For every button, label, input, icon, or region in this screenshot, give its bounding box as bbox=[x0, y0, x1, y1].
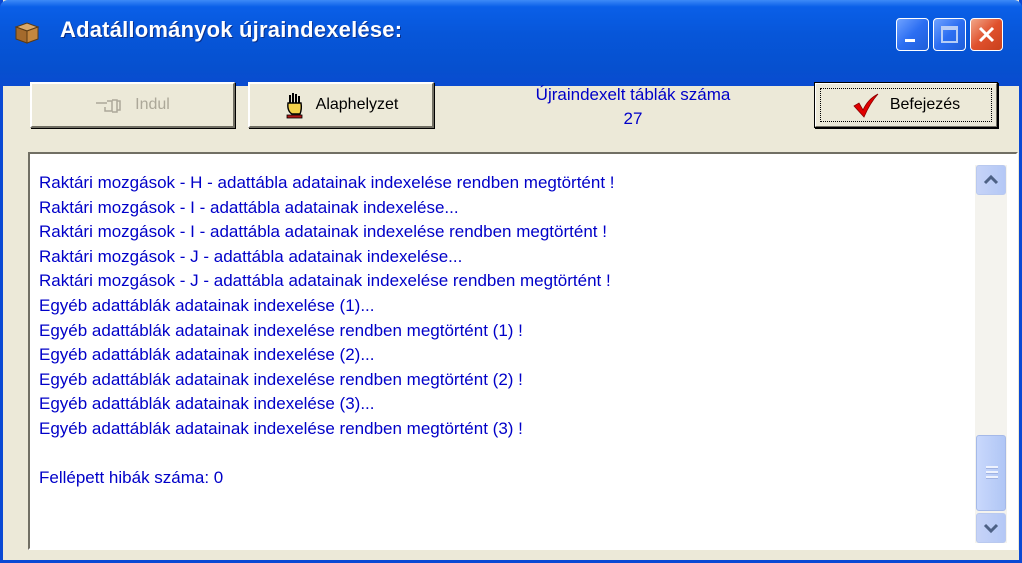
toolbar: Indul Alaphelyzet Újraindexelt táblák sz… bbox=[3, 0, 1019, 140]
log-text: Raktári mozgások - H - adattábla adatain… bbox=[39, 171, 969, 491]
log-line: Raktári mozgások - J - adattábla adatain… bbox=[39, 271, 611, 291]
log-line: Egyéb adattáblák adatainak indexelése re… bbox=[39, 418, 523, 438]
error-count-line: Fellépett hibák száma: 0 bbox=[39, 468, 224, 488]
counter-label: Újraindexelt táblák száma bbox=[535, 85, 731, 104]
log-line: Raktári mozgások - I - adattábla adatain… bbox=[39, 197, 459, 217]
chevron-up-icon bbox=[983, 174, 999, 185]
log-line: Egyéb adattáblák adatainak indexelése re… bbox=[39, 320, 523, 340]
grip-line bbox=[986, 476, 998, 479]
start-button[interactable]: Indul bbox=[30, 82, 235, 128]
log-line: Raktári mozgások - H - adattábla adatain… bbox=[39, 173, 615, 192]
scroll-up-button[interactable] bbox=[976, 165, 1006, 195]
chevron-down-icon bbox=[983, 523, 999, 534]
application-window: Adatállományok újraindexelése: Indul Ala… bbox=[0, 0, 1022, 563]
log-blank-line bbox=[39, 442, 969, 467]
grip-line bbox=[986, 471, 998, 474]
vertical-scrollbar[interactable] bbox=[975, 165, 1007, 543]
log-line: Raktári mozgások - I - adattábla adatain… bbox=[39, 222, 607, 242]
reset-label: Alaphelyzet bbox=[315, 96, 399, 113]
log-line: Egyéb adattáblák adatainak indexelése (2… bbox=[39, 345, 375, 365]
grip-line bbox=[986, 466, 998, 469]
reset-button[interactable]: Alaphelyzet bbox=[248, 82, 434, 128]
log-line: Egyéb adattáblák adatainak indexelése (3… bbox=[39, 394, 375, 414]
hand-stop-icon bbox=[286, 93, 303, 119]
checkmark-icon bbox=[853, 93, 879, 118]
scroll-thumb[interactable] bbox=[976, 435, 1006, 511]
counter-value: 27 bbox=[623, 109, 643, 128]
log-line: Egyéb adattáblák adatainak indexelése re… bbox=[39, 369, 523, 389]
log-line: Egyéb adattáblák adatainak indexelése (1… bbox=[39, 295, 375, 315]
scroll-down-button[interactable] bbox=[976, 513, 1006, 543]
finish-button[interactable]: Befejezés bbox=[814, 82, 998, 128]
log-line: Raktári mozgások - J - adattábla adatain… bbox=[39, 246, 463, 266]
start-label: Indul bbox=[135, 96, 170, 113]
finish-label: Befejezés bbox=[889, 96, 961, 113]
reindexed-counter: Újraindexelt táblák száma 27 bbox=[473, 83, 793, 131]
pointing-hand-icon bbox=[96, 99, 121, 113]
